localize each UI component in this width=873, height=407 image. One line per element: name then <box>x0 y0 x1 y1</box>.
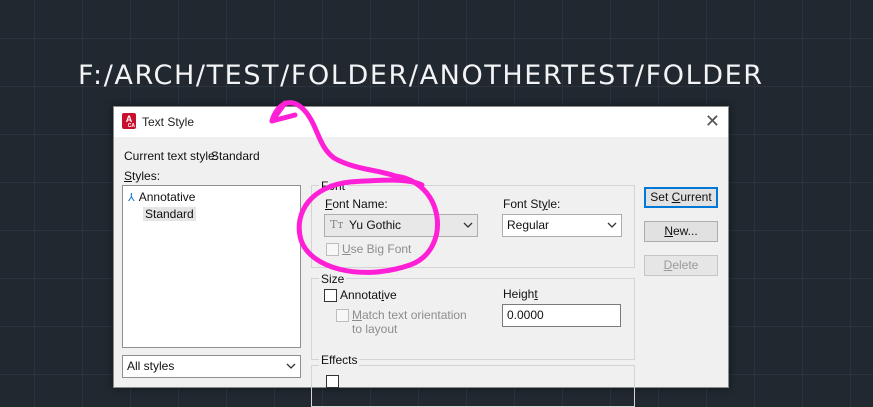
match-orientation-label: Match text orientation <box>352 308 467 322</box>
styles-list[interactable]: ⅄ Annotative Standard <box>122 185 301 348</box>
effects-group-label: Effects <box>319 353 360 367</box>
styles-filter-select[interactable]: All styles <box>122 355 301 378</box>
match-orientation-checkbox[interactable] <box>336 309 349 322</box>
canvas-path-text: F:/ARCH/TEST/FOLDER/ANOTHERTEST/FOLDER <box>78 60 764 91</box>
current-style-label: Current text style: <box>124 149 219 163</box>
current-style-value: Standard <box>211 149 260 163</box>
use-big-font-label: Use Big Font <box>342 242 412 256</box>
annotative-icon: ⅄ <box>128 192 135 204</box>
font-name-label: Font Name: <box>325 197 388 211</box>
height-label: Height <box>503 287 538 301</box>
set-current-button[interactable]: Set Current <box>644 187 718 208</box>
delete-button[interactable]: Delete <box>644 255 718 276</box>
chevron-down-icon <box>607 222 617 228</box>
font-name-select[interactable]: Tт Yu Gothic <box>324 214 478 237</box>
truetype-font-icon: Tт <box>330 218 344 231</box>
autocad-app-icon: A CA <box>122 113 136 129</box>
new-button[interactable]: New... <box>644 221 718 242</box>
styles-label: Styles: <box>124 169 161 183</box>
effects-group <box>311 365 635 407</box>
annotative-label: Annotative <box>340 288 397 302</box>
size-group-label: Size <box>319 272 347 286</box>
dialog-title: Text Style <box>142 115 195 129</box>
close-icon[interactable]: ✕ <box>705 111 720 132</box>
height-input[interactable]: 0.0000 <box>502 304 621 327</box>
chevron-down-icon <box>463 222 473 228</box>
use-big-font-checkbox[interactable] <box>326 243 339 256</box>
chevron-down-icon <box>286 363 296 369</box>
text-style-dialog: A CA Text Style ✕ Current text style: Sta… <box>113 106 729 407</box>
annotative-checkbox[interactable] <box>324 289 337 302</box>
font-style-label: Font Style: <box>503 197 561 211</box>
list-item[interactable]: ⅄ Annotative <box>128 190 195 204</box>
list-item[interactable]: Standard <box>143 207 196 221</box>
font-group-label: Font <box>319 179 348 193</box>
title-bar[interactable]: A CA Text Style ✕ <box>114 107 728 137</box>
match-orientation-label-2: to layout <box>352 322 398 336</box>
font-style-select[interactable]: Regular <box>502 214 622 237</box>
